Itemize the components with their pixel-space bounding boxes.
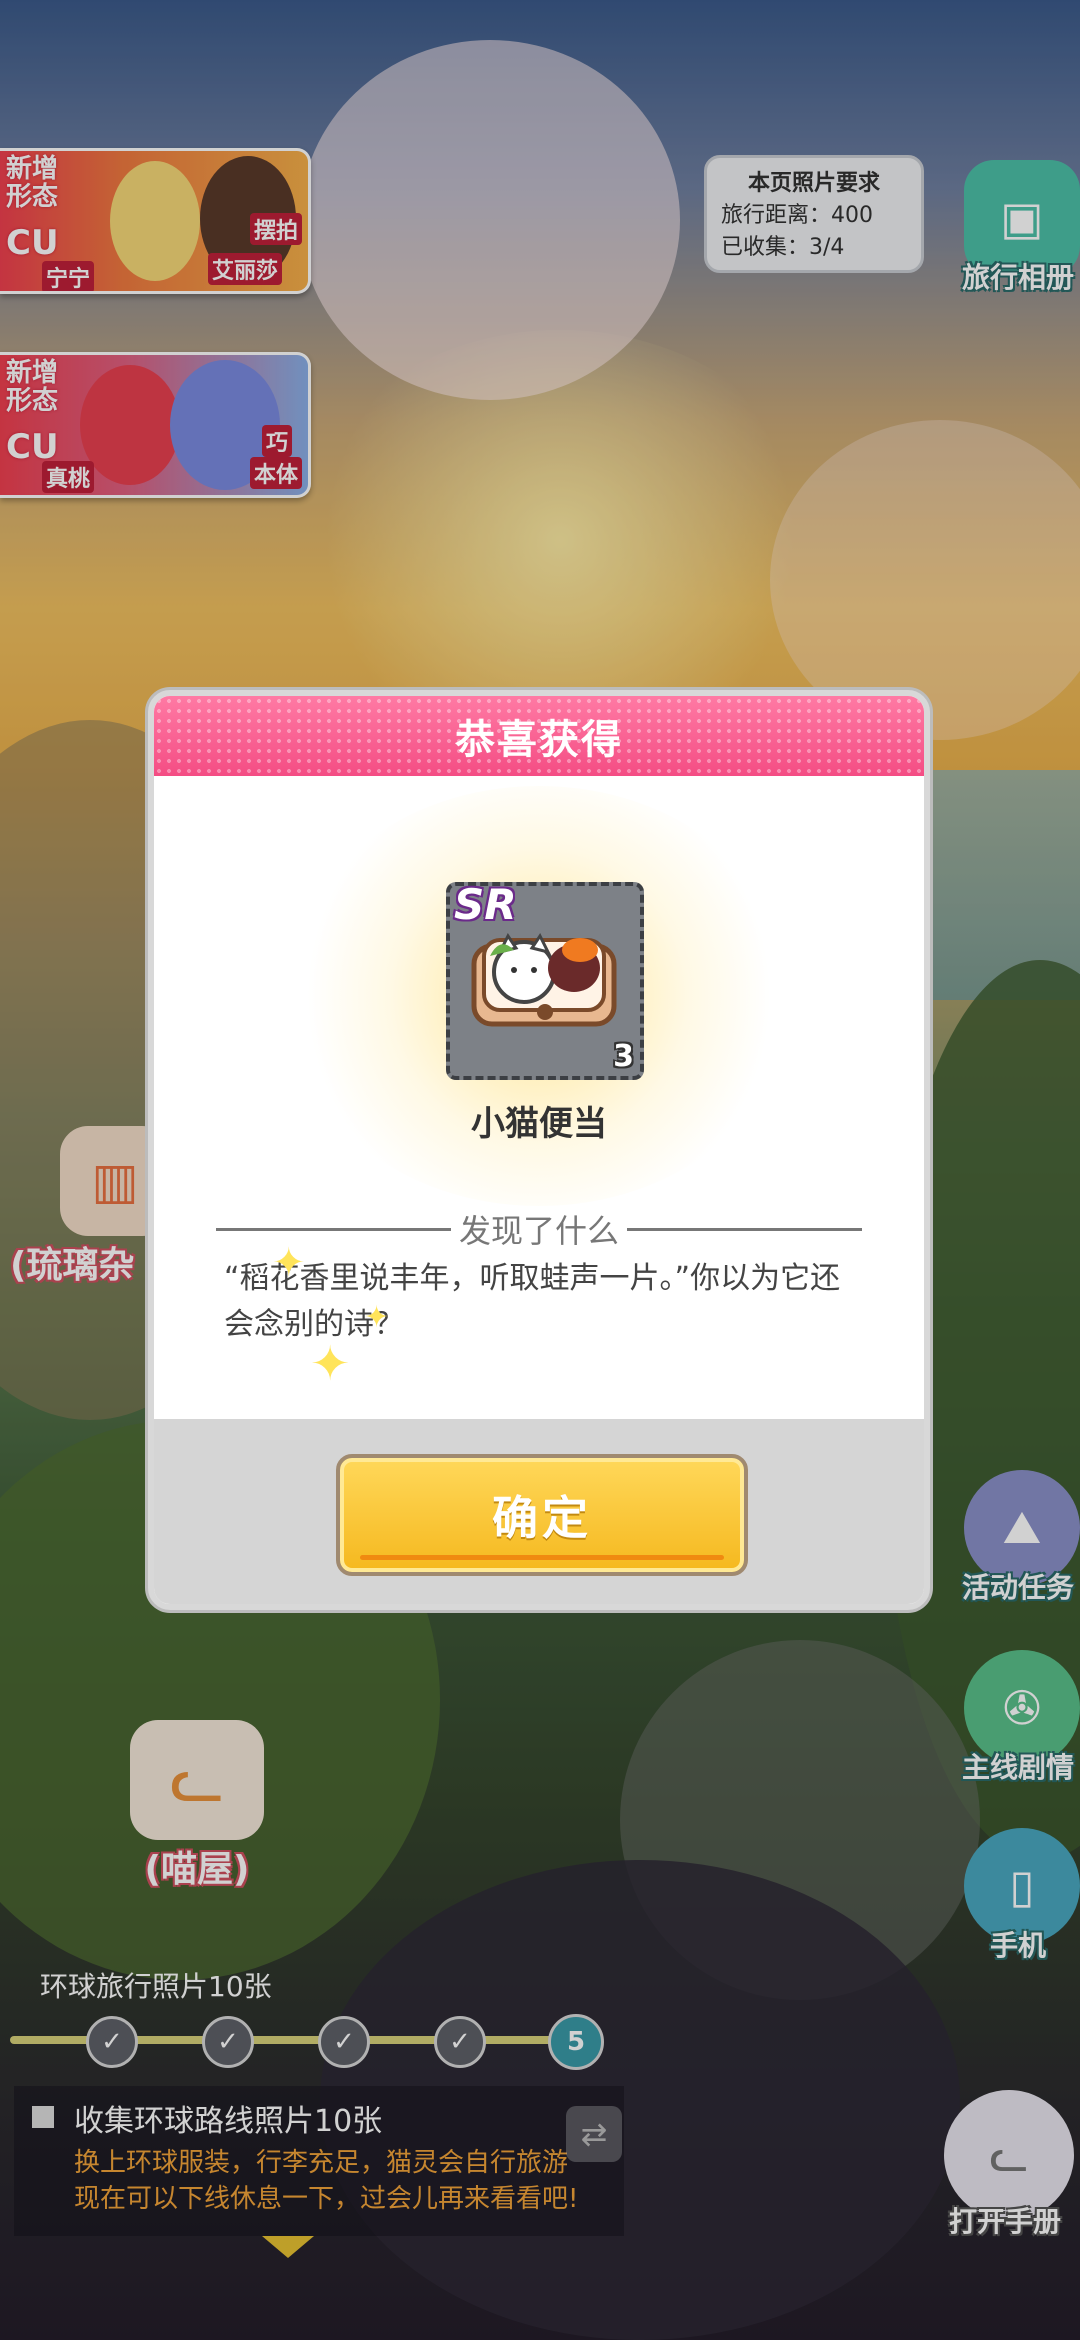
confirm-label: 确定 [492, 1491, 592, 1545]
item-description: “稻花香里说丰年，听取蛙声一片。”你以为它还会念别的诗？ [224, 1261, 841, 1342]
dialog-header: 恭喜获得 [154, 696, 924, 776]
reward-dialog: 恭喜获得 SR 3 小猫便当 发现了什么 “稻花香里说丰年，听取蛙声一片。”你以… [148, 690, 930, 1610]
section-title: 发现了什么 [459, 1212, 620, 1250]
item-name: 小猫便当 [471, 1104, 607, 1144]
button-underline [360, 1555, 724, 1560]
dialog-title: 恭喜获得 [455, 717, 623, 763]
confirm-button[interactable]: 确定 [336, 1454, 748, 1576]
reward-item-card: SR 3 [446, 880, 644, 1080]
sparkle-icon: ✦ [364, 1300, 390, 1335]
discovery-section-header: 发现了什么 [216, 1206, 863, 1252]
divider [627, 1227, 863, 1231]
sparkle-icon: ✦ [272, 1240, 306, 1286]
divider [216, 1227, 451, 1231]
item-count: 3 [613, 1039, 634, 1074]
cat-bento-icon [471, 933, 617, 1027]
sparkle-icon: ✦ [310, 1336, 351, 1392]
